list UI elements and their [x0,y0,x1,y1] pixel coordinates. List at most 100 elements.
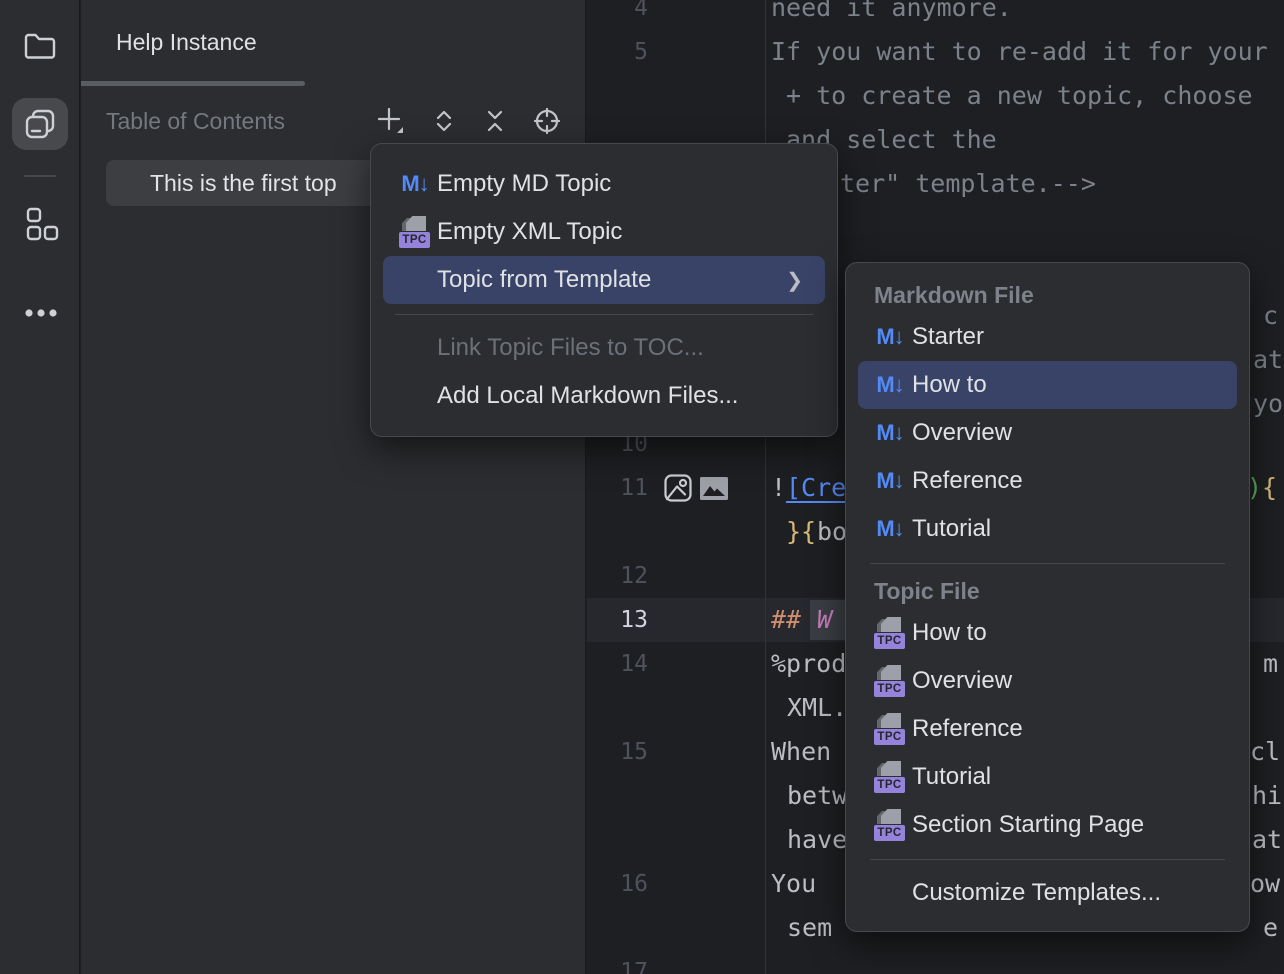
gutter-image-outline[interactable] [663,473,693,503]
menu-item-label: Link Topic Files to TOC... [437,334,704,362]
menu-item-label: Reference [912,715,1023,743]
code-segment: + to create a new topic, choose [786,74,1253,118]
code-segment: If you want to re-add it for your [771,30,1268,74]
add-topic-button[interactable] [375,106,405,136]
menu-separator [371,304,837,324]
collapse-all-icon [482,108,508,134]
markdown-file-icon: M↓ [874,516,906,542]
tab-help-instance[interactable]: Help Instance [116,0,257,84]
code-segment: XML. [787,686,847,730]
menu-item-label: Overview [912,419,1012,447]
menu-item-tutorial[interactable]: M↓Tutorial [858,505,1237,553]
code-segment: sem [787,906,832,950]
markdown-file-icon: M↓ [874,468,906,494]
menu-item-label: Reference [912,467,1023,495]
collapse-all-button[interactable] [480,106,510,136]
expand-all-button[interactable] [429,106,459,136]
menu-item-how-to[interactable]: TPCHow to [858,609,1237,657]
menu-item-label: Tutorial [912,515,991,543]
topic-file-icon: TPC [874,665,906,697]
ellipsis-icon [21,287,59,325]
line-number: 5 [587,30,648,74]
code-segment: hi [1252,774,1282,818]
topic-file-icon: TPC [874,713,906,745]
menu-item-overview[interactable]: M↓Overview [858,409,1237,457]
menu-item-label: Topic from Template [437,266,651,294]
markdown-file-icon: M↓ [399,171,431,197]
image-filled-icon[interactable] [699,473,729,503]
menu-item-customize-templates[interactable]: Customize Templates... [858,869,1237,917]
menu-item-label: Customize Templates... [912,879,1161,907]
code-segment: When [771,730,831,774]
structure-icon [21,205,59,243]
menu-separator [846,553,1249,573]
topic-from-template-submenu: Markdown FileM↓StarterM↓How toM↓Overview… [845,262,1250,932]
code-segment: e [1263,906,1278,950]
topic-file-icon: TPC [874,809,906,841]
menu-item-starter[interactable]: M↓Starter [858,313,1237,361]
editor-line-5: 5 If you want to re-add it for your [587,30,1284,74]
code-segment: at [1252,818,1282,862]
menu-item-how-to[interactable]: M↓How to [858,361,1237,409]
code-segment: }{ [786,510,816,554]
menu-item-topic-from-template[interactable]: Topic from Template❯ [383,256,825,304]
more-tools-button[interactable] [12,280,68,332]
line-number: 17 [587,950,648,974]
expand-all-icon [431,108,457,134]
target-icon [533,107,561,135]
add-topic-context-menu: M↓Empty MD TopicTPCEmpty XML TopicTopic … [370,143,838,437]
structure-tool-button[interactable] [12,198,68,250]
markdown-file-icon: M↓ [874,324,906,350]
menu-item-empty-xml-topic[interactable]: TPCEmpty XML Topic [383,208,825,256]
menu-separator [846,849,1249,869]
help-instance-tool-button[interactable] [12,98,68,150]
line-number: 11 [587,466,648,510]
code-segment: [Cre [786,466,846,510]
code-segment: ow [1250,862,1280,906]
menu-item-tutorial[interactable]: TPCTutorial [858,753,1237,801]
code-segment: betw [787,774,847,818]
toc-title: Table of Contents [106,86,285,156]
line-number: 14 [587,642,648,686]
code-segment: ## [771,598,801,642]
gutter-image-filled[interactable] [699,473,729,503]
menu-item-label: Empty XML Topic [437,218,622,246]
activity-bar [0,0,80,974]
menu-item-empty-md-topic[interactable]: M↓Empty MD Topic [383,160,825,208]
menu-item-reference[interactable]: M↓Reference [858,457,1237,505]
markdown-file-icon: M↓ [874,420,906,446]
copies-icon [21,105,59,143]
line-number: 12 [587,554,648,598]
editor-line-17: 17 [587,950,1284,974]
tree-item-label: This is the first top [150,170,337,196]
code-segment: W [817,598,832,642]
menu-item-label: How to [912,619,987,647]
locate-file-button[interactable] [532,106,562,136]
toc-tree-item[interactable]: This is the first top [106,160,396,206]
markdown-file-icon: M↓ [874,372,906,398]
line-number: 4 [587,0,648,30]
menu-item-section-starting-page[interactable]: TPCSection Starting Page [858,801,1237,849]
folder-icon-button[interactable] [12,20,68,72]
menu-item-label: Section Starting Page [912,811,1144,839]
topic-file-icon: TPC [874,617,906,649]
code-segment: have [787,818,847,862]
image-outline-icon[interactable] [663,473,693,503]
menu-item-label: Add Local Markdown Files... [437,382,738,410]
code-segment: { [1262,466,1277,510]
code-segment: need it anymore. [771,0,1012,30]
menu-item-add-local-markdown-files[interactable]: Add Local Markdown Files... [383,372,825,420]
menu-item-label: Tutorial [912,763,991,791]
editor-line-4: 4 need it anymore. [587,0,1284,30]
code-segment: yo [1253,382,1283,426]
stripe-divider [24,175,56,177]
menu-item-reference[interactable]: TPCReference [858,705,1237,753]
menu-item-overview[interactable]: TPCOverview [858,657,1237,705]
code-segment: bo [817,510,847,554]
code-segment: ! [771,466,786,510]
plus-dropdown-icon [375,106,405,136]
menu-item-link-topic-files-to-toc[interactable]: Link Topic Files to TOC... [383,324,825,372]
topic-file-icon: TPC [874,761,906,793]
menu-item-label: Starter [912,323,984,351]
topic-file-icon: TPC [399,216,431,248]
